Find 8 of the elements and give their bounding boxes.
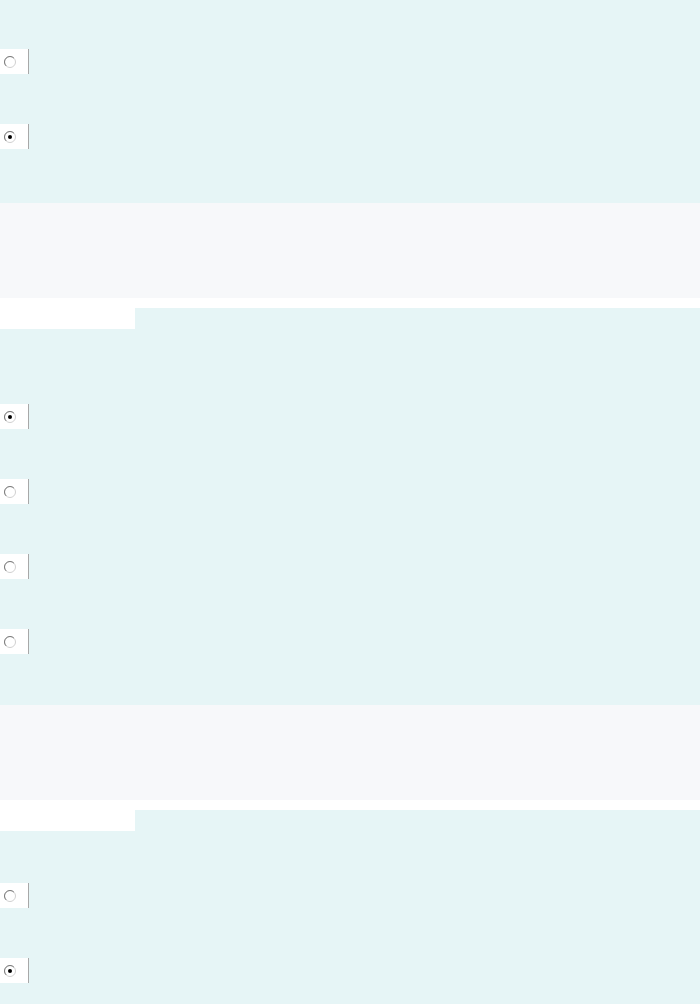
radio-button[interactable]: [4, 889, 16, 902]
radio-button[interactable]: [4, 560, 16, 573]
radio-button[interactable]: [4, 410, 16, 423]
radio-button[interactable]: [4, 130, 16, 143]
radio-button[interactable]: [4, 485, 16, 498]
radio-button[interactable]: [4, 964, 16, 977]
radio-button[interactable]: [4, 55, 16, 68]
radio-button[interactable]: [4, 635, 16, 648]
